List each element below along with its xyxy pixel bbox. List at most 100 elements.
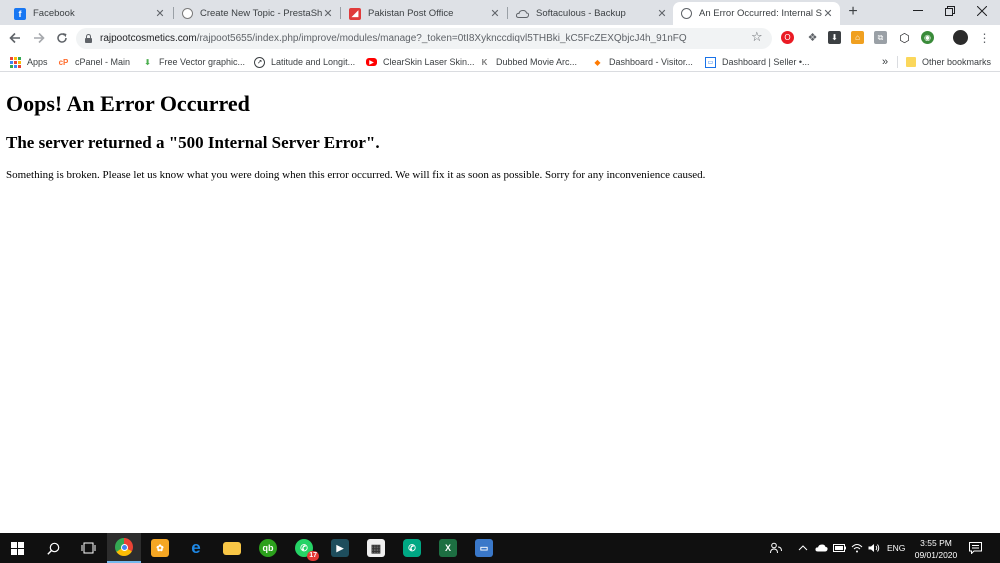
- notification-badge: 17: [307, 551, 319, 561]
- tab-title: Facebook: [33, 8, 75, 19]
- opera-extension-icon[interactable]: O: [781, 31, 794, 44]
- freevector-icon: ⬇: [144, 57, 151, 67]
- close-icon[interactable]: ✕: [322, 7, 334, 20]
- lock-icon[interactable]: [85, 34, 92, 43]
- tab-title: Softaculous - Backup: [536, 8, 626, 19]
- task-view-button[interactable]: [71, 533, 105, 563]
- phone-icon: ✆: [403, 539, 421, 557]
- bookmark-label: Other bookmarks: [922, 57, 992, 67]
- address-bar[interactable]: rajpootcosmetics.com/rajpoot5655/index.p…: [76, 28, 772, 49]
- url-path: /rajpoot5655/index.php/improve/modules/m…: [196, 33, 687, 44]
- bookmarks-overflow[interactable]: »: [882, 54, 888, 70]
- prestashop-icon: [182, 8, 193, 19]
- language-indicator[interactable]: ENG: [887, 533, 905, 563]
- tab-error-active[interactable]: An Error Occurred: Internal Se ✕: [673, 2, 840, 25]
- menu-dots-icon[interactable]: ⋮: [978, 31, 991, 45]
- taskbar-media-app[interactable]: ▶: [323, 533, 357, 563]
- search-icon: [46, 542, 59, 555]
- clock-date: 09/01/2020: [914, 550, 958, 560]
- bookmark-apps[interactable]: Apps: [10, 54, 48, 70]
- show-hidden-icons[interactable]: [798, 533, 808, 563]
- apps-grid-icon: [10, 56, 21, 68]
- bookmark-dashboard-seller[interactable]: ▭ Dashboard | Seller •...: [705, 54, 810, 70]
- taskbar-excel[interactable]: X: [431, 533, 465, 563]
- cpanel-icon: cP: [58, 57, 69, 67]
- forward-icon[interactable]: [30, 29, 48, 47]
- reload-icon[interactable]: [53, 29, 71, 47]
- bookmark-freevector[interactable]: ⬇ Free Vector graphic...: [142, 54, 245, 70]
- search-button[interactable]: [36, 533, 70, 563]
- restore-icon[interactable]: [932, 0, 968, 22]
- bookmark-label: Dubbed Movie Arc...: [496, 57, 578, 67]
- bookmark-label: Dashboard - Visitor...: [609, 57, 693, 67]
- taskbar-chrome[interactable]: [107, 533, 141, 563]
- task-view-icon: [81, 542, 95, 554]
- bookmark-label: cPanel - Main: [75, 57, 131, 67]
- taskbar-remote-app[interactable]: ▭: [467, 533, 501, 563]
- bookmark-dubbed-movie[interactable]: K Dubbed Movie Arc...: [479, 54, 577, 70]
- taskbar-whatsapp[interactable]: ✆ 17: [287, 533, 321, 563]
- battery-icon[interactable]: [833, 533, 846, 563]
- bookmark-label: Apps: [27, 57, 48, 67]
- tab-prestashop[interactable]: Create New Topic - PrestaShop ✕: [174, 2, 340, 25]
- windows-taskbar: ✿ e qb ✆ 17 ▶ ▦ ✆ X ▭ ENG 3:55 PM 09/01/…: [0, 533, 1000, 563]
- close-icon[interactable]: ✕: [656, 7, 668, 20]
- close-icon[interactable]: ✕: [154, 7, 166, 20]
- back-icon[interactable]: [6, 29, 24, 47]
- bookmark-cpanel[interactable]: cP cPanel - Main: [58, 54, 130, 70]
- bookmark-other[interactable]: Other bookmarks: [905, 54, 991, 70]
- facebook-icon: f: [14, 7, 26, 20]
- taskbar-quickbooks[interactable]: qb: [251, 533, 285, 563]
- error-subtitle: The server returned a "500 Internal Serv…: [6, 133, 380, 152]
- tab-title: An Error Occurred: Internal Se: [699, 8, 822, 19]
- puzzle-extension-icon[interactable]: ⧉: [874, 31, 887, 44]
- bookmark-dashboard-visitor[interactable]: ◆ Dashboard - Visitor...: [592, 54, 693, 70]
- new-tab-icon[interactable]: +: [845, 4, 861, 20]
- volume-icon[interactable]: [868, 533, 880, 563]
- bookmark-label: Free Vector graphic...: [159, 57, 246, 67]
- taskbar-app-orange[interactable]: ✿: [143, 533, 177, 563]
- tab-facebook[interactable]: f Facebook ✕: [6, 2, 172, 25]
- edge-icon: e: [191, 538, 201, 557]
- save-extension-icon[interactable]: ⬇: [828, 31, 841, 44]
- bookmark-star-icon[interactable]: ☆: [751, 29, 763, 45]
- tab-pakistan-post[interactable]: ◢ Pakistan Post Office ✕: [341, 2, 507, 25]
- wifi-icon[interactable]: [851, 533, 863, 563]
- shop-extension-icon[interactable]: ⌂: [851, 31, 864, 44]
- globe-extension-icon[interactable]: ◉: [921, 31, 934, 44]
- taskbar-calculator[interactable]: ▦: [359, 533, 393, 563]
- taskbar-edge[interactable]: e: [179, 533, 213, 563]
- youtube-icon: ▶: [366, 58, 377, 66]
- tab-softaculous[interactable]: Softaculous - Backup ✕: [508, 2, 674, 25]
- cube-extension-icon[interactable]: ⬡: [898, 31, 911, 45]
- onedrive-icon[interactable]: [815, 533, 828, 563]
- clock[interactable]: 3:55 PM 09/01/2020: [908, 537, 964, 561]
- calculator-icon: ▦: [367, 539, 385, 557]
- bookmark-latitude[interactable]: ↗ Latitude and Longit...: [254, 54, 355, 70]
- start-button[interactable]: [0, 533, 34, 563]
- notifications-icon[interactable]: [969, 533, 982, 563]
- dropbox-extension-icon[interactable]: ❖: [806, 31, 819, 44]
- remote-desktop-icon: ▭: [475, 539, 493, 557]
- clock-time: 3:55 PM: [920, 538, 952, 548]
- taskbar-teams-call[interactable]: ✆: [395, 533, 429, 563]
- globe-icon: [681, 8, 692, 19]
- bookmark-clearskin[interactable]: ▶ ClearSkin Laser Skin...: [366, 54, 475, 70]
- folder-icon: [905, 57, 916, 68]
- taskbar-file-explorer[interactable]: [215, 533, 249, 563]
- avatar[interactable]: [953, 30, 968, 45]
- close-icon[interactable]: ✕: [822, 7, 834, 20]
- close-window-icon[interactable]: [964, 0, 1000, 22]
- close-icon[interactable]: ✕: [489, 7, 501, 20]
- quickbooks-icon: qb: [259, 539, 277, 557]
- tab-title: Pakistan Post Office: [368, 8, 454, 19]
- page-title: Oops! An Error Occurred: [6, 91, 250, 116]
- people-icon[interactable]: [770, 533, 782, 563]
- compass-icon: ↗: [254, 56, 265, 68]
- media-play-icon: ▶: [331, 539, 349, 557]
- photo-app-icon: ✿: [151, 539, 169, 557]
- excel-icon: X: [439, 539, 457, 557]
- bookmark-label: Dashboard | Seller •...: [722, 57, 810, 67]
- minimize-icon[interactable]: [900, 0, 936, 22]
- error-message: Something is broken. Please let us know …: [6, 169, 706, 181]
